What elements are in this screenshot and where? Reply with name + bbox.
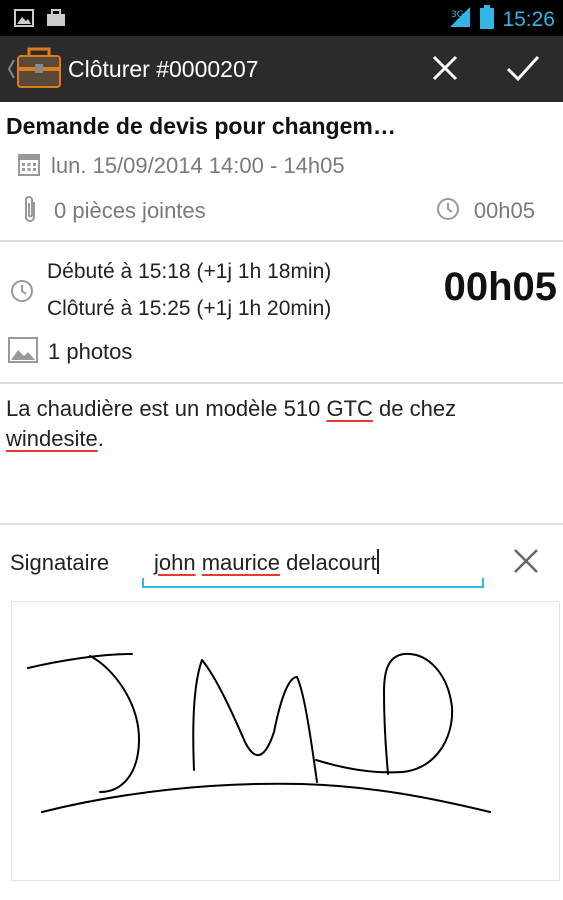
svg-text:3G: 3G — [451, 10, 464, 20]
ticket-title: Demande de devis pour changem… — [6, 113, 396, 139]
end-time: Clôturé à 15:25 (+1j 1h 20min) — [47, 297, 332, 320]
signatory-input[interactable]: john maurice delacourt — [142, 542, 484, 588]
total-duration: 00h05 — [443, 265, 557, 309]
signatory-value: john maurice delacourt — [154, 549, 379, 576]
divider — [0, 523, 563, 525]
calendar-icon — [18, 152, 40, 181]
attachments-row[interactable]: 0 pièces jointes — [20, 194, 206, 229]
screen-title: Clôturer #0000207 — [68, 56, 259, 82]
photo-icon — [8, 336, 38, 368]
start-time: Débuté à 15:18 (+1j 1h 18min) — [47, 260, 332, 283]
photos-count: 1 photos — [48, 339, 133, 364]
signature-pad[interactable] — [11, 601, 560, 881]
action-bar: Clôturer #0000207 — [0, 36, 563, 102]
battery-icon — [480, 5, 495, 34]
toolbox-logo-icon[interactable] — [15, 47, 63, 96]
note-text: de chez — [372, 396, 457, 421]
signatory-name-text: delacourt — [286, 550, 377, 575]
ticket-datetime: lun. 15/09/2014 14:00 - 14h05 — [51, 153, 345, 178]
clock-icon — [10, 279, 34, 308]
ticket-datetime-row: lun. 15/09/2014 14:00 - 14h05 — [18, 152, 345, 180]
photos-row[interactable]: 1 photos — [8, 336, 133, 368]
gallery-notification-icon — [14, 9, 34, 32]
briefcase-notification-icon — [46, 9, 66, 32]
signal-icon: 3G — [448, 5, 472, 34]
signature-drawing — [27, 652, 491, 813]
signatory-label: Signataire — [10, 550, 110, 575]
clear-signatory-button[interactable] — [508, 545, 544, 581]
attachments-count: 0 pièces jointes — [54, 198, 206, 223]
note-text: La chaudière est un modèle 510 — [6, 396, 327, 421]
misspelled-word[interactable]: maurice — [202, 550, 280, 575]
misspelled-word[interactable]: GTC — [326, 396, 372, 421]
close-icon — [431, 54, 459, 87]
confirm-button[interactable] — [503, 50, 543, 90]
planned-duration-value: 00h05 — [473, 198, 535, 223]
clock-time: 15:26 — [502, 7, 555, 31]
paperclip-icon — [20, 194, 40, 229]
cancel-button[interactable] — [425, 50, 465, 90]
note-text: . — [97, 426, 104, 451]
text-cursor — [376, 549, 379, 574]
intervention-note[interactable]: La chaudière est un modèle 510 GTC de ch… — [6, 394, 546, 454]
check-icon — [506, 54, 540, 87]
clock-icon — [436, 197, 460, 226]
misspelled-word[interactable]: john — [154, 550, 196, 575]
status-bar: 3G 15:26 — [0, 0, 563, 36]
misspelled-word[interactable]: windesite — [6, 426, 98, 451]
planned-duration: 00h05 — [436, 197, 535, 225]
divider — [0, 240, 563, 242]
close-icon — [513, 548, 539, 579]
divider — [0, 382, 563, 384]
